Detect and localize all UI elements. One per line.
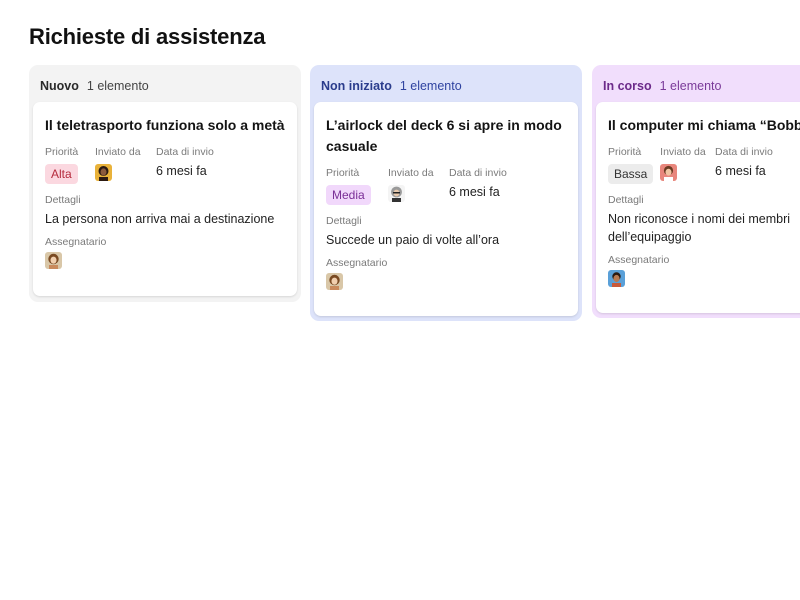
column-count: 1 elemento [659, 79, 722, 93]
card-meta: Priorità Media Inviato da Data di invio … [326, 167, 566, 207]
page-title: Richieste di assistenza [29, 24, 266, 49]
details-label: Dettagli [608, 194, 644, 206]
details-text: La persona non arriva mai a destinazione [45, 212, 275, 226]
card-title[interactable]: L’airlock del deck 6 si apre in modo cas… [326, 115, 566, 157]
sent-by-label: Inviato da [660, 146, 706, 158]
column-non-iniziato: Non iniziato 1 elemento L’airlock del de… [310, 65, 582, 321]
details-label: Dettagli [45, 194, 81, 206]
priority-badge: Alta [45, 164, 78, 184]
assignee-label: Assegnatario [608, 254, 670, 266]
ticket-card[interactable]: Il teletrasporto funziona solo a metà Pr… [33, 102, 297, 296]
assignee-label: Assegnatario [45, 236, 107, 248]
ticket-card[interactable]: Il computer mi chiama “Bobby Priorità Ba… [596, 102, 800, 313]
column-nuovo: Nuovo 1 elemento Il teletrasporto funzio… [29, 65, 301, 302]
priority-label: Priorità [45, 146, 79, 158]
priority-badge: Media [326, 185, 371, 205]
column-count: 1 elemento [399, 79, 462, 93]
sent-date-value: 6 mesi fa [449, 185, 500, 199]
ticket-card[interactable]: L’airlock del deck 6 si apre in modo cas… [314, 102, 578, 316]
column-name: Nuovo [40, 79, 79, 93]
column-header: In corso 1 elemento [596, 71, 800, 99]
card-title[interactable]: Il computer mi chiama “Bobby [608, 115, 800, 136]
column-header: Nuovo 1 elemento [33, 71, 297, 99]
sender-avatar[interactable] [388, 185, 405, 202]
sent-by-label: Inviato da [95, 146, 141, 158]
sent-date-label: Data di invio [156, 146, 214, 158]
priority-label: Priorità [326, 167, 360, 179]
assignee-label: Assegnatario [326, 257, 388, 269]
details-text: Non riconosce i nomi dei membri dell’equ… [608, 212, 791, 244]
card-meta: Priorità Bassa Inviato da Data di invio … [608, 146, 800, 186]
sent-date-value: 6 mesi fa [715, 164, 766, 178]
sender-avatar[interactable] [95, 164, 112, 181]
assignee-avatar[interactable] [326, 273, 343, 290]
sender-avatar[interactable] [660, 164, 678, 181]
sent-date-label: Data di invio [449, 167, 507, 179]
card-title[interactable]: Il teletrasporto funziona solo a metà [45, 115, 285, 136]
column-name: In corso [603, 79, 652, 93]
details-text: Succede un paio di volte all’ora [326, 233, 500, 247]
details-label: Dettagli [326, 215, 362, 227]
sent-date-label: Data di invio [715, 146, 773, 158]
priority-label: Priorità [608, 146, 642, 158]
priority-badge: Bassa [608, 164, 654, 184]
card-meta: Priorità Alta Inviato da Data di invio 6… [45, 146, 285, 186]
assignee-avatar[interactable] [45, 252, 62, 269]
column-in-corso: In corso 1 elemento Il computer mi chiam… [592, 65, 800, 318]
assignee-avatar[interactable] [608, 270, 625, 287]
sent-date-value: 6 mesi fa [156, 164, 207, 178]
column-header: Non iniziato 1 elemento [314, 71, 578, 99]
column-name: Non iniziato [321, 79, 392, 93]
column-count: 1 elemento [86, 79, 149, 93]
sent-by-label: Inviato da [388, 167, 434, 179]
